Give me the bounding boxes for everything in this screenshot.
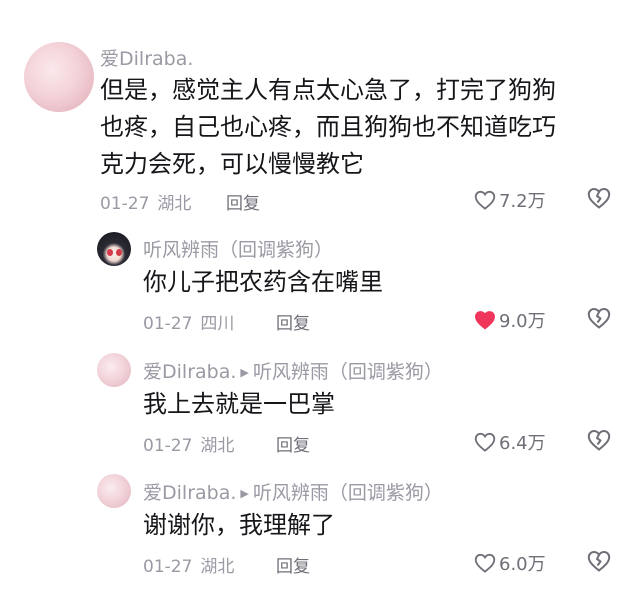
broken-heart-icon (587, 187, 611, 209)
reply-to-author[interactable]: 听风辨雨（回调紫狗） (253, 361, 443, 383)
comment-text: 你儿子把农药含在嘴里 (143, 268, 383, 296)
comment-meta: 01-27 湖北 (100, 189, 191, 214)
triangle-right-icon: ▶ (240, 487, 249, 500)
like-button[interactable]: 6.4万 (474, 429, 546, 455)
comment-meta: 01-27 四川 (143, 309, 234, 334)
comment-author[interactable]: 爱Dilraba. (143, 482, 236, 504)
dislike-button[interactable] (587, 187, 611, 213)
avatar[interactable] (97, 474, 131, 508)
comment-text-line: 克力会死，可以慢慢教它 (100, 150, 364, 178)
comment-author[interactable]: 爱Dilraba. (100, 44, 193, 71)
reply-button[interactable]: 回复 (276, 309, 310, 334)
comment-meta: 01-27 湖北 (143, 431, 234, 456)
avatar[interactable] (97, 232, 131, 266)
heart-outline-icon (474, 432, 496, 452)
like-button[interactable]: 9.0万 (474, 307, 546, 333)
reply-button[interactable]: 回复 (276, 552, 310, 577)
comment-date: 01-27 (143, 557, 193, 577)
broken-heart-icon (587, 550, 611, 572)
avatar-eye (116, 249, 122, 256)
comment-date: 01-27 (143, 314, 193, 334)
heart-filled-icon (475, 311, 495, 330)
comment-text-line: 但是，感觉主人有点太心急了，打完了狗狗 (100, 76, 556, 104)
broken-heart-icon (587, 307, 611, 329)
like-count: 9.0万 (499, 311, 546, 332)
avatar[interactable] (97, 353, 131, 387)
comment-location: 湖北 (200, 436, 235, 456)
avatar[interactable] (24, 42, 94, 112)
comment-location: 四川 (200, 314, 235, 334)
comment-meta: 01-27 湖北 (143, 552, 234, 577)
dislike-button[interactable] (587, 307, 611, 333)
heart-outline-icon (474, 553, 496, 573)
like-count: 6.4万 (499, 433, 546, 454)
like-count: 7.2万 (499, 191, 546, 212)
like-button[interactable]: 6.0万 (474, 550, 546, 576)
avatar-eye (107, 249, 113, 256)
heart-outline-icon (474, 190, 496, 210)
comment-location: 湖北 (157, 194, 192, 214)
comment-author-line: 爱Dilraba. ▶ 听风辨雨（回调紫狗） (143, 478, 443, 505)
comment-date: 01-27 (100, 194, 150, 214)
reply-to-author[interactable]: 听风辨雨（回调紫狗） (253, 482, 443, 504)
broken-heart-icon (587, 429, 611, 451)
comment-author[interactable]: 爱Dilraba. (143, 361, 236, 383)
like-button[interactable]: 7.2万 (474, 187, 546, 213)
dislike-button[interactable] (587, 429, 611, 455)
reply-button[interactable]: 回复 (276, 431, 310, 456)
comment-text: 谢谢你，我理解了 (143, 511, 335, 539)
comment-date: 01-27 (143, 436, 193, 456)
comment-text: 我上去就是一巴掌 (143, 390, 335, 418)
reply-button[interactable]: 回复 (226, 189, 260, 214)
comment-text-line: 也疼，自己也心疼，而且狗狗也不知道吃巧 (100, 113, 556, 141)
like-count: 6.0万 (499, 554, 546, 575)
triangle-right-icon: ▶ (240, 366, 249, 379)
comment-location: 湖北 (200, 557, 235, 577)
comment-author[interactable]: 听风辨雨（回调紫狗） (143, 235, 333, 262)
dislike-button[interactable] (587, 550, 611, 576)
comment-author-line: 爱Dilraba. ▶ 听风辨雨（回调紫狗） (143, 357, 443, 384)
